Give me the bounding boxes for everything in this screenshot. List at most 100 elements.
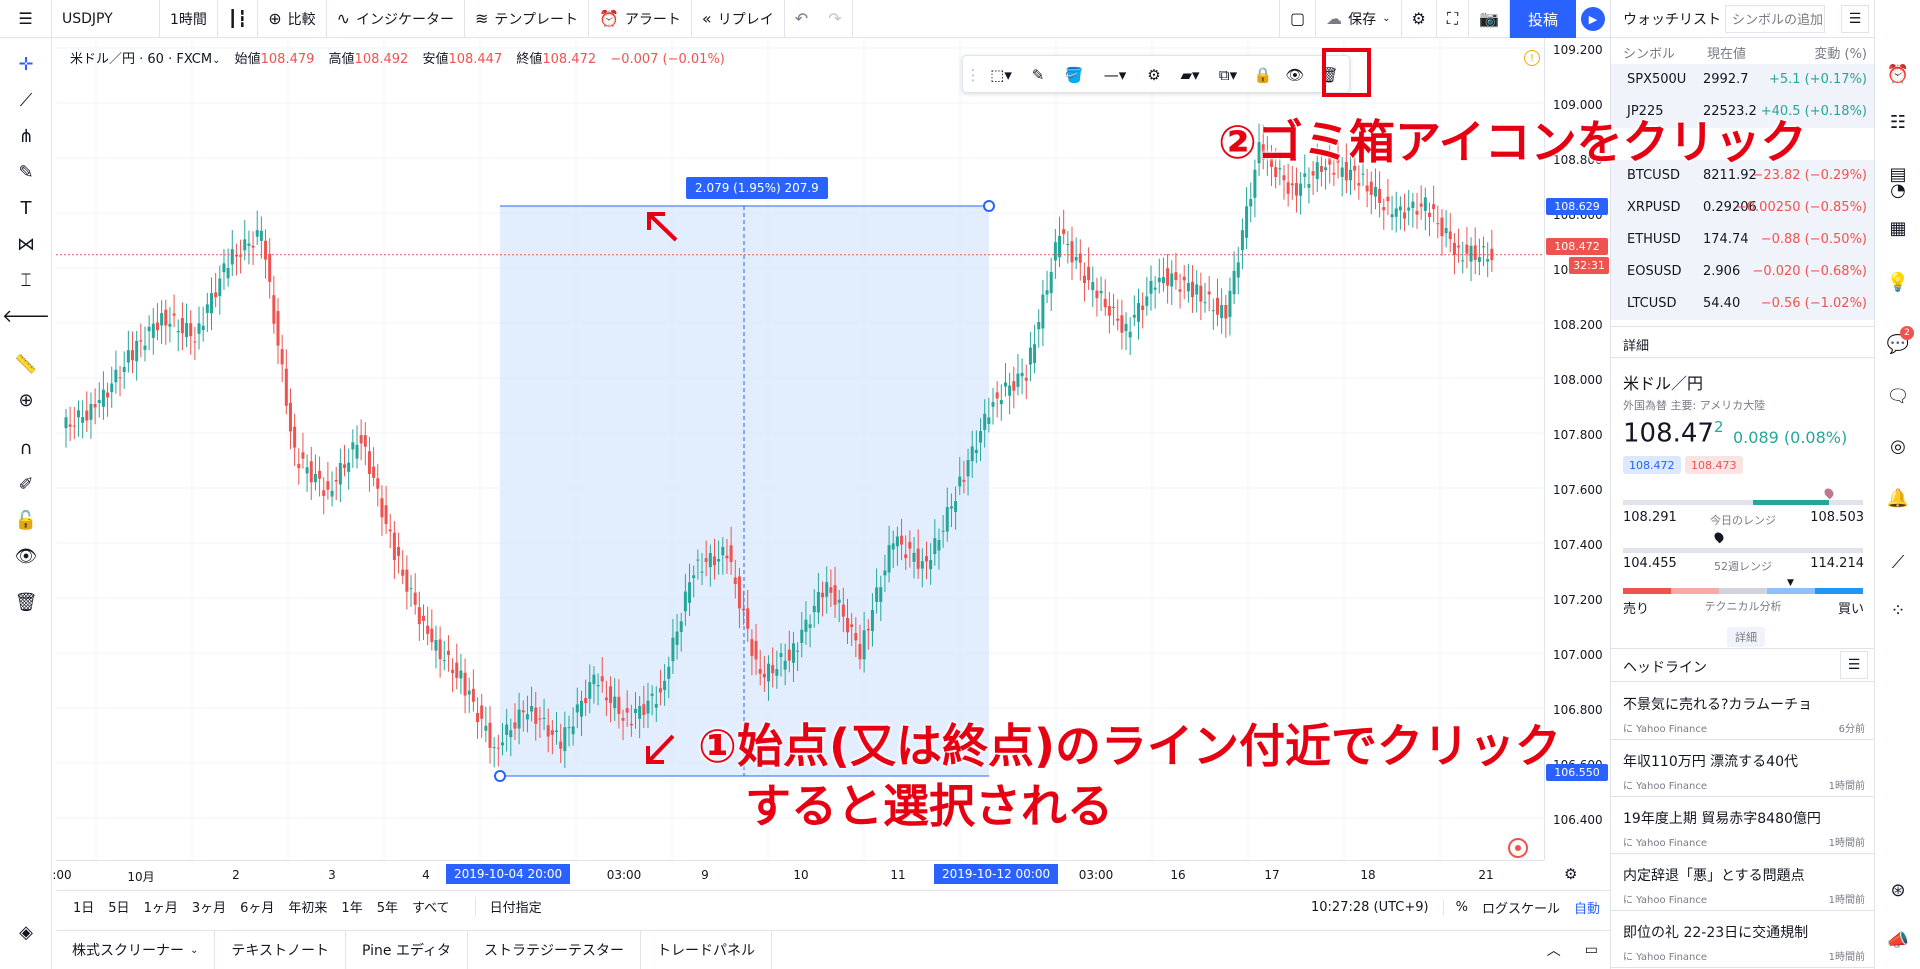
calendar-button[interactable]: ▦ bbox=[1884, 214, 1912, 242]
dom-button[interactable]: ⁘ bbox=[1884, 596, 1912, 624]
tab-text-notes[interactable]: テキストノート bbox=[215, 930, 346, 969]
zoom-tool[interactable]: ⊕ bbox=[12, 386, 40, 414]
trading-button[interactable]: ⟋ bbox=[1884, 548, 1912, 576]
tab-trade-panel[interactable]: トレードパネル bbox=[641, 930, 772, 969]
undo-button[interactable]: ↶ bbox=[785, 0, 818, 38]
collapse-chevron-icon[interactable]: ︿ bbox=[1535, 940, 1573, 960]
post-button[interactable]: 投稿 bbox=[1510, 0, 1576, 38]
symbol-search-button[interactable]: USDJPY bbox=[52, 0, 160, 38]
indicators-button[interactable]: ∿ インジケーター bbox=[327, 0, 465, 38]
time-axis[interactable]: :00 10月 2 3 4 03:00 9 10 11 03:00 16 17 18 21 2019-10… bbox=[52, 860, 1577, 888]
range-1y[interactable]: 1年 bbox=[334, 897, 369, 916]
headline-item[interactable]: 内定辞退「悪」とする問題点に Yahoo Finance 1時間前 bbox=[1611, 855, 1875, 911]
headlines-menu-button[interactable]: ☰ bbox=[1840, 651, 1868, 679]
crosshair-tool[interactable]: ✛ bbox=[12, 50, 40, 78]
auto-scale-toggle[interactable]: 自動 bbox=[1574, 898, 1600, 917]
watchlist-row[interactable]: ETHUSD 174.74 −0.88 (−0.50%) bbox=[1611, 224, 1875, 256]
log-scale-toggle[interactable]: ログスケール bbox=[1482, 898, 1560, 917]
add-symbol-input[interactable]: シンボルの追加 bbox=[1725, 4, 1825, 33]
layout-button[interactable]: ▢ bbox=[1279, 0, 1317, 38]
range-1m[interactable]: 1ヶ月 bbox=[137, 897, 185, 916]
watchlist-row[interactable]: XRPUSD 0.29206 −0.00250 (−0.85%) bbox=[1611, 192, 1875, 224]
private-chat-button[interactable]: 🗨 bbox=[1884, 382, 1912, 410]
range-ytd[interactable]: 年初来 bbox=[281, 897, 334, 916]
measure-range-tool[interactable]: ⌶ bbox=[12, 266, 40, 294]
brush-tool[interactable]: ✎ bbox=[12, 158, 40, 186]
details-more-button[interactable]: 詳細 bbox=[1727, 627, 1765, 647]
legend-title[interactable]: 米ドル／円 · 60 · FXCM bbox=[70, 52, 212, 67]
range-5d[interactable]: 5日 bbox=[101, 897, 136, 916]
clock[interactable]: 10:27:28 (UTC+9) bbox=[1311, 900, 1429, 915]
tab-stock-screener[interactable]: 株式スクリーナー ⌄ bbox=[56, 930, 216, 969]
trendline-tool[interactable]: ⟋ bbox=[12, 86, 40, 114]
redo-button[interactable]: ↷ bbox=[818, 0, 853, 38]
save-button[interactable]: ☁ 保存 ⌄ bbox=[1316, 0, 1402, 38]
clone-dropdown[interactable]: ⧉▾ bbox=[1211, 62, 1245, 88]
compare-button[interactable]: ⊕ 比較 bbox=[258, 0, 327, 38]
watchlist-row[interactable]: EOSUSD 2.906 −0.020 (−0.68%) bbox=[1611, 256, 1875, 288]
tab-strategy-tester[interactable]: ストラテジーテスター bbox=[468, 930, 641, 969]
templates-button[interactable]: ≋ テンプレート bbox=[465, 0, 589, 38]
line-style-dropdown[interactable]: —▾ bbox=[1095, 62, 1135, 88]
chart-type-button[interactable]: ┃┇ bbox=[218, 0, 259, 38]
magnet-tool[interactable]: ∩ bbox=[12, 434, 40, 462]
feedback-button[interactable]: 📣 bbox=[1884, 926, 1912, 954]
headline-item[interactable]: 即位の礼 22-23日に交通規制に Yahoo Finance 1時間前 bbox=[1611, 912, 1875, 968]
headline-item[interactable]: 不景気に売れる?カラムーチョに Yahoo Finance 6分前 bbox=[1611, 684, 1875, 740]
object-tree-tool[interactable]: ◈ bbox=[12, 918, 40, 946]
watchlist-title[interactable]: ウォッチリスト bbox=[1611, 9, 1725, 29]
menu-button[interactable]: ☰ bbox=[0, 0, 52, 38]
back-tool[interactable]: 🡐 bbox=[2, 302, 50, 330]
remove-drawings-tool[interactable]: 🗑 bbox=[12, 588, 40, 616]
tab-pine-editor[interactable]: Pine エディタ bbox=[346, 930, 468, 969]
visual-order-dropdown[interactable]: ▰▾ bbox=[1173, 62, 1207, 88]
gear-icon[interactable]: ⚙ bbox=[1564, 865, 1577, 883]
headline-item[interactable]: 19年度上期 貿易赤字8480億円に Yahoo Finance 1時間前 bbox=[1611, 798, 1875, 854]
pattern-tool[interactable]: ⋈ bbox=[12, 230, 40, 258]
stay-drawing-tool[interactable]: ✐ bbox=[12, 470, 40, 498]
lock-drawings-tool[interactable]: 🔓 bbox=[12, 506, 40, 534]
range-6m[interactable]: 6ヶ月 bbox=[233, 897, 281, 916]
fib-tool[interactable]: ⋔ bbox=[12, 122, 40, 150]
drawing-settings-button[interactable]: ⚙ bbox=[1139, 62, 1169, 88]
text-tool[interactable]: T bbox=[12, 194, 40, 222]
streams-button[interactable]: ◎ bbox=[1884, 432, 1912, 460]
watchlist-menu-button[interactable]: ☰ bbox=[1841, 5, 1869, 33]
col-symbol[interactable]: シンボル bbox=[1623, 43, 1675, 62]
col-change[interactable]: 変動 (%) bbox=[1814, 43, 1867, 62]
replay-button[interactable]: « リプレイ bbox=[692, 0, 785, 38]
range-1d[interactable]: 1日 bbox=[66, 897, 101, 916]
drag-handle-icon[interactable]: ⋮ bbox=[966, 62, 981, 88]
template-dropdown[interactable]: ⬚▾ bbox=[983, 62, 1019, 88]
alarm-button[interactable]: ⏰ bbox=[1884, 60, 1912, 88]
hide-drawing-button[interactable]: 👁 bbox=[1281, 62, 1309, 88]
lock-drawing-button[interactable]: 🔒 bbox=[1249, 62, 1277, 88]
watchlist-row[interactable]: SPX500U 2992.7 +5.1 (+0.17%) bbox=[1611, 64, 1875, 96]
range-3m[interactable]: 3ヶ月 bbox=[185, 897, 233, 916]
watchlist-row[interactable]: LTCUSD 54.40 −0.56 (−1.02%) bbox=[1611, 288, 1875, 320]
ruler-tool[interactable]: 📏 bbox=[12, 350, 40, 378]
date-range-button[interactable]: 日付指定 bbox=[474, 897, 549, 916]
snowflake-icon[interactable]: ! bbox=[1524, 50, 1540, 66]
chats-button[interactable]: 💬 2 bbox=[1884, 326, 1914, 358]
snapshot-button[interactable]: 📷 bbox=[1469, 0, 1510, 38]
alert-button[interactable]: ⏰ アラート bbox=[589, 0, 692, 38]
fullscreen-button[interactable]: ⛶ bbox=[1437, 0, 1470, 38]
hotlist-button[interactable]: ◔ bbox=[1884, 176, 1912, 204]
col-price[interactable]: 現在値 bbox=[1707, 43, 1746, 62]
stream-button[interactable]: ▶ bbox=[1576, 0, 1610, 38]
watchlist-button[interactable]: ☷ bbox=[1884, 108, 1912, 136]
help-button[interactable]: ⊛ bbox=[1884, 876, 1912, 904]
notifications-button[interactable]: 🔔 bbox=[1884, 484, 1912, 512]
range-all[interactable]: すべて bbox=[405, 897, 457, 916]
hide-drawings-tool[interactable]: 👁 bbox=[12, 542, 40, 570]
interval-button[interactable]: 1時間 bbox=[160, 0, 218, 38]
headline-item[interactable]: 年収110万円 漂流する40代に Yahoo Finance 1時間前 bbox=[1611, 741, 1875, 797]
technical-label[interactable]: テクニカル分析 bbox=[1705, 598, 1782, 614]
percent-toggle[interactable]: % bbox=[1442, 899, 1468, 915]
range-5y[interactable]: 5年 bbox=[370, 897, 405, 916]
settings-button[interactable]: ⚙ bbox=[1402, 0, 1437, 38]
record-icon[interactable] bbox=[1508, 838, 1528, 858]
ideas-button[interactable]: 💡 bbox=[1884, 268, 1912, 296]
maximize-panel-icon[interactable]: ▭ bbox=[1573, 942, 1610, 958]
